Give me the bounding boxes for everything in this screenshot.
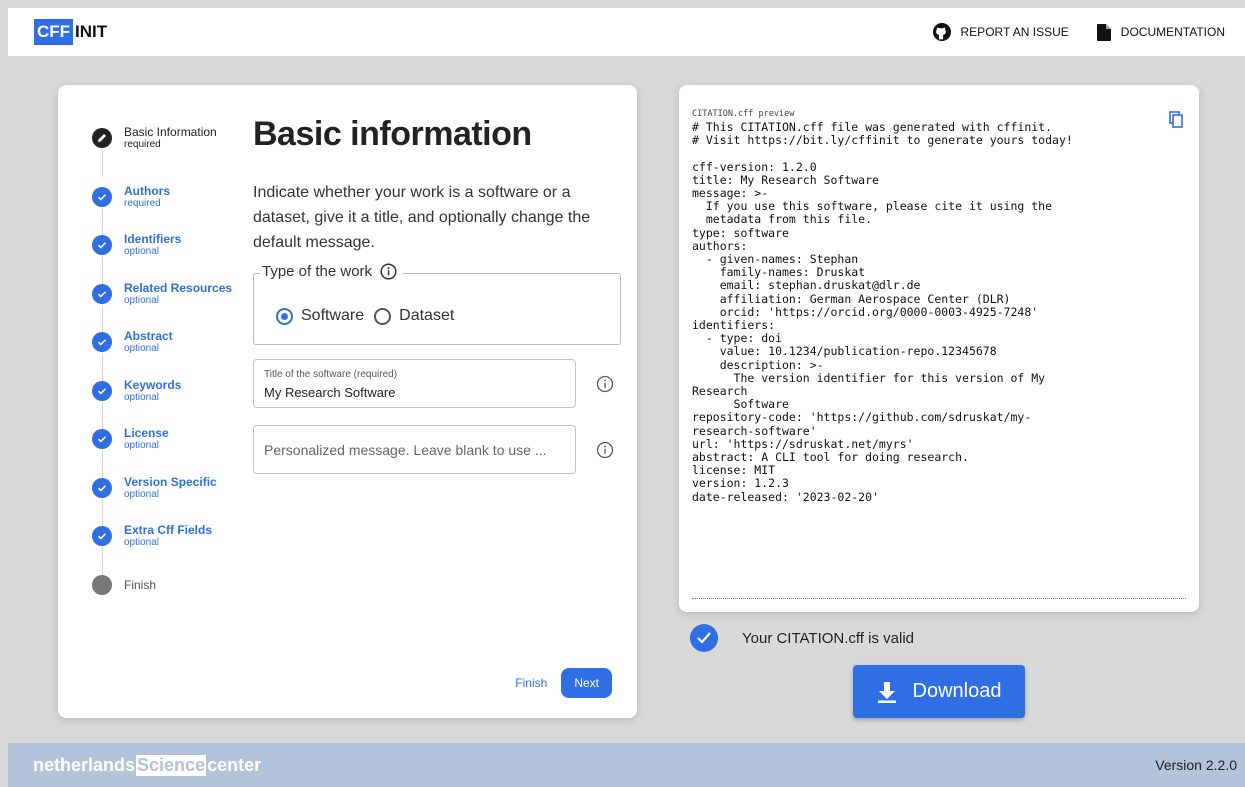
preview-label: CITATION.cff preview [692,109,795,119]
app-footer: netherlands Science center Version 2.2.0 [8,743,1245,787]
form-card: Basic Information required Authors requi… [58,85,637,718]
info-icon[interactable] [380,263,397,280]
document-icon [1096,23,1111,41]
title-field[interactable]: Title of the software (required) My Rese… [253,359,576,408]
step-keywords[interactable]: Keywords optional [92,376,252,430]
stepper: Basic Information required Authors requi… [92,123,252,618]
finish-button[interactable]: Finish [515,676,547,690]
citation-code: # This CITATION.cff file was generated w… [692,120,1073,504]
download-button[interactable]: Download [853,665,1025,718]
check-icon [92,283,112,304]
app-version: Version 2.2.0 [1155,757,1237,773]
title-field-label: Title of the software (required) [264,369,398,380]
step-title: Keywords [124,377,182,392]
title-info-icon[interactable] [596,375,614,393]
step-abstract[interactable]: Abstract optional [92,327,252,381]
step-sub: optional [124,246,160,257]
step-sub: optional [124,537,160,548]
radio-checked-icon [276,307,293,325]
check-icon [92,235,112,255]
type-legend-label: Type of the work [262,263,373,280]
check-icon [92,380,112,401]
step-sub: optional [124,488,160,500]
logo-cff: CFF [34,19,74,45]
step-sub: required [124,139,161,150]
step-sub: optional [124,343,160,354]
basic-info-form: Basic information Indicate whether your … [253,115,633,255]
step-related-resources[interactable]: Related Resources optional [92,279,252,333]
page-title: Basic information [253,115,532,153]
app-header: CFF INIT REPORT AN ISSUE DOCUMENTATION [8,8,1245,56]
step-identifiers[interactable]: Identifiers optional [92,230,252,284]
logo-init: INIT [75,22,108,41]
step-connector [101,150,103,177]
step-title: License [124,426,169,440]
report-issue-link[interactable]: REPORT AN ISSUE [932,23,1069,41]
nlesc-logo[interactable]: netherlands Science center [33,754,262,776]
radio-dataset-label: Dataset [399,307,455,324]
type-radio-group: Software Dataset [276,307,464,325]
step-sub: optional [124,440,160,451]
documentation-label: DOCUMENTATION [1120,25,1225,39]
validation-text: Your CITATION.cff is valid [742,629,914,647]
step-license[interactable]: License optional [92,424,252,478]
edit-icon [92,128,112,148]
check-icon [92,186,112,207]
step-sub: required [124,197,161,209]
message-placeholder: Personalized message. Leave blank to use… [264,442,547,458]
radio-software-label: Software [301,307,365,324]
report-issue-label: REPORT AN ISSUE [960,25,1069,39]
code-divider [692,598,1186,599]
step-title: Extra Cff Fields [124,523,213,537]
page-description: Indicate whether your work is a software… [253,184,591,251]
brand-post: center [207,754,262,775]
radio-unchecked-icon [374,307,392,325]
step-title: Related Resources [124,280,233,295]
download-label: Download [912,680,1002,702]
step-sub: optional [124,391,160,403]
step-title: Finish [124,577,157,592]
radio-dataset[interactable]: Dataset [374,307,454,325]
step-finish[interactable]: Finish [92,570,252,619]
title-field-value: My Research Software [264,385,396,400]
step-title: Version Specific [124,474,217,489]
download-icon [877,681,896,703]
step-title: Identifiers [124,232,182,246]
brand-science: Science [136,754,207,776]
check-icon [92,429,112,449]
message-field[interactable]: Personalized message. Leave blank to use… [253,425,576,474]
step-title: Abstract [124,329,173,343]
step-title: Basic Information [124,125,217,139]
message-info-icon[interactable] [596,441,614,459]
step-sub: optional [124,294,160,306]
check-icon [92,477,112,498]
brand-pre: netherlands [33,754,136,775]
type-of-work-group: Type of the work Software Dataset [253,263,621,345]
step-basic-information[interactable]: Basic Information required [92,123,252,177]
header-links: REPORT AN ISSUE DOCUMENTATION [905,23,1225,41]
cffinit-logo[interactable]: CFF INIT [34,19,107,45]
step-title: Authors [124,183,170,198]
validation-status: Your CITATION.cff is valid [690,624,914,652]
form-actions: Finish Next [515,668,612,698]
github-icon [932,23,951,41]
type-legend: Type of the work [260,263,404,280]
step-extra-cff-fields[interactable]: Extra Cff Fields optional [92,521,252,575]
finish-dot-icon [92,574,112,595]
step-authors[interactable]: Authors required [92,182,252,236]
check-circle-icon [690,624,718,652]
check-icon [92,332,112,352]
documentation-link[interactable]: DOCUMENTATION [1096,23,1225,41]
next-button[interactable]: Next [561,668,612,698]
check-icon [92,526,112,546]
radio-software[interactable]: Software [276,307,364,325]
step-version-specific[interactable]: Version Specific optional [92,473,252,527]
preview-card: CITATION.cff preview # This CITATION.cff… [679,85,1199,612]
